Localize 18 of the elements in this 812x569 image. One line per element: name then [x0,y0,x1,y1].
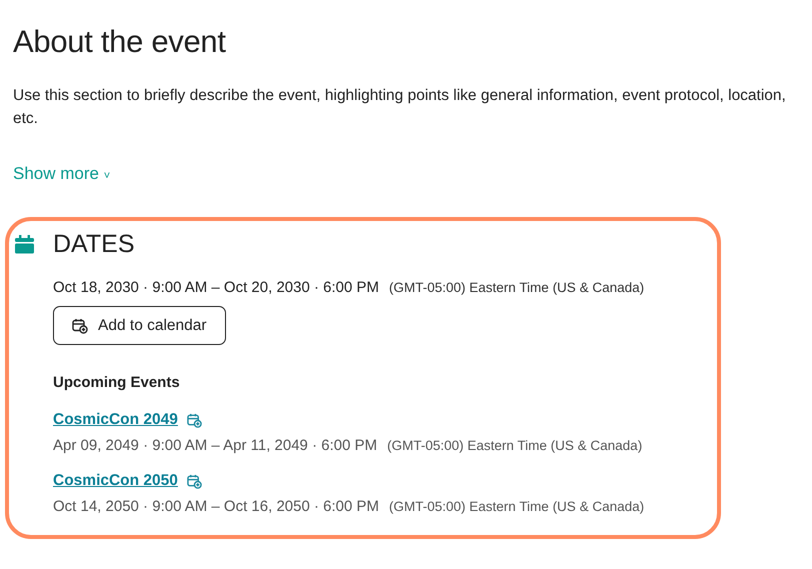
section-title: About the event [13,23,227,61]
timezone-text: (GMT-05:00) Eastern Time (US & Canada) [389,499,644,514]
add-to-calendar-button[interactable]: Add to calendar [53,306,226,345]
show-more-link[interactable]: Show more ˅ [13,164,110,184]
calendar-add-icon[interactable] [186,412,202,428]
date-range: Oct 14, 2050 · 9:00 AM – Oct 16, 2050 · 6:00 PM [53,498,380,515]
date-range: Apr 09, 2049 · 9:00 AM – Apr 11, 2049 · 6:00 PM [53,437,378,454]
event-link[interactable]: CosmicCon 2050 [53,472,178,490]
event-link[interactable]: CosmicCon 2049 [53,411,178,429]
dates-title: DATES [53,229,134,259]
timezone-text: (GMT-05:00) Eastern Time (US & Canada) [389,280,644,295]
calendar-icon [15,234,34,254]
date-range: Oct 18, 2030 · 9:00 AM – Oct 20, 2030 · 6:00 PM [53,279,380,296]
timezone-text: (GMT-05:00) Eastern Time (US & Canada) [387,438,642,453]
calendar-add-icon[interactable] [186,474,202,488]
upcoming-events-title: Upcoming Events [53,374,181,391]
calendar-add-icon [72,318,88,334]
description-text: Use this section to briefly describe the event, highlighting points like general information, event protocol, location, etc. [13,86,787,129]
